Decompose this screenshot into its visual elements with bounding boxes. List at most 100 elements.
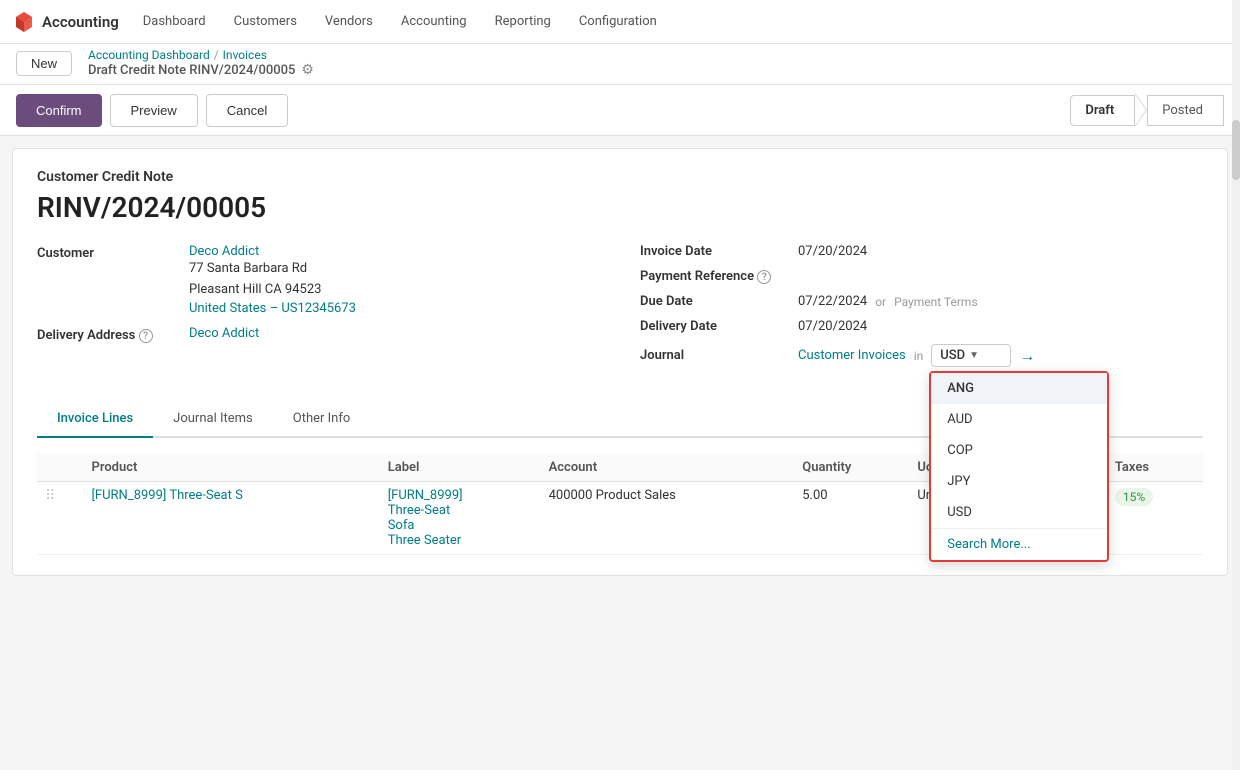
- tab-invoice-lines[interactable]: Invoice Lines: [37, 401, 153, 438]
- invoice-date-row: Invoice Date 07/20/2024: [640, 244, 1203, 259]
- delivery-date-label: Delivery Date: [640, 319, 790, 334]
- row-quantity[interactable]: 5.00: [794, 482, 909, 555]
- breadcrumb-bar: New Accounting Dashboard / Invoices Draf…: [0, 44, 1240, 85]
- form-grid: Customer Deco Addict 77 Santa Barbara Rd…: [37, 244, 1203, 377]
- customer-city: Pleasant Hill CA 94523: [189, 280, 356, 301]
- left-fields: Customer Deco Addict 77 Santa Barbara Rd…: [37, 244, 600, 377]
- tax-badge[interactable]: 15%: [1115, 488, 1153, 506]
- row-account[interactable]: 400000 Product Sales: [541, 482, 795, 555]
- new-button[interactable]: New: [16, 51, 72, 76]
- nav-customers[interactable]: Customers: [222, 8, 309, 35]
- delivery-date-value[interactable]: 07/20/2024: [798, 319, 867, 334]
- main-content: Customer Credit Note RINV/2024/00005 Cus…: [12, 148, 1228, 576]
- currency-dropdown-wrapper: USD ▼ ANG AUD COP JPY USD Search More...: [931, 344, 1011, 367]
- label-line3: Sofa: [388, 518, 533, 533]
- payment-terms-label[interactable]: Payment Terms: [894, 295, 978, 309]
- label-line2: Three-Seat: [388, 503, 533, 518]
- delivery-tooltip-icon[interactable]: ?: [139, 329, 153, 343]
- nav-vendors[interactable]: Vendors: [313, 8, 385, 35]
- currency-option-aud[interactable]: AUD: [931, 404, 1107, 435]
- logo-icon: [12, 10, 36, 34]
- document-number: RINV/2024/00005: [37, 191, 1203, 224]
- status-arrow-1: [1135, 93, 1147, 127]
- product-link[interactable]: [FURN_8999] Three-Seat S: [91, 488, 242, 503]
- delivery-date-row: Delivery Date 07/20/2024: [640, 319, 1203, 334]
- currency-option-usd[interactable]: USD: [931, 497, 1107, 528]
- delivery-address-value: Deco Addict: [189, 326, 259, 341]
- breadcrumb-current: Draft Credit Note RINV/2024/00005: [88, 63, 295, 78]
- nav-brand: Accounting: [42, 13, 119, 31]
- journal-row: Journal Customer Invoices in USD ▼ ANG A…: [640, 344, 1203, 367]
- col-label: Label: [380, 454, 541, 482]
- delivery-address-link[interactable]: Deco Addict: [189, 326, 259, 341]
- row-product: [FURN_8999] Three-Seat S: [83, 482, 379, 555]
- breadcrumb-accounting-dashboard[interactable]: Accounting Dashboard: [88, 48, 210, 62]
- right-fields: Invoice Date 07/20/2024 Payment Referenc…: [640, 244, 1203, 377]
- journal-label: Journal: [640, 348, 790, 363]
- action-bar: Confirm Preview Cancel Draft Posted: [0, 85, 1240, 136]
- currency-option-cop[interactable]: COP: [931, 435, 1107, 466]
- journal-link[interactable]: Customer Invoices: [798, 348, 906, 363]
- app-logo[interactable]: Accounting: [12, 10, 119, 34]
- due-or-text: or: [875, 295, 886, 309]
- nav-dashboard[interactable]: Dashboard: [131, 8, 218, 35]
- currency-nav-arrow[interactable]: →: [1019, 346, 1035, 366]
- customer-value: Deco Addict 77 Santa Barbara Rd Pleasant…: [189, 244, 356, 316]
- scrollbar-thumb[interactable]: [1232, 120, 1240, 180]
- customer-field-row: Customer Deco Addict 77 Santa Barbara Rd…: [37, 244, 600, 316]
- col-taxes: Taxes: [1107, 454, 1203, 482]
- breadcrumb-sep1: /: [214, 48, 219, 62]
- payment-ref-row: Payment Reference ?: [640, 269, 1203, 284]
- action-buttons: Confirm Preview Cancel: [16, 94, 288, 127]
- col-quantity: Quantity: [794, 454, 909, 482]
- nav-accounting[interactable]: Accounting: [389, 8, 479, 35]
- payment-ref-tooltip-icon[interactable]: ?: [757, 270, 771, 284]
- confirm-button[interactable]: Confirm: [16, 94, 102, 127]
- journal-value-row: Customer Invoices in USD ▼ ANG AUD COP J…: [798, 344, 1035, 367]
- customer-label: Customer: [37, 244, 177, 261]
- drag-icon: ⠿: [45, 488, 55, 504]
- col-product: Product: [83, 454, 379, 482]
- status-pipeline: Draft Posted: [1070, 93, 1224, 127]
- nav-configuration[interactable]: Configuration: [567, 8, 669, 35]
- customer-address: 77 Santa Barbara Rd: [189, 259, 356, 280]
- journal-in-text: in: [914, 349, 924, 363]
- currency-select[interactable]: USD ▼: [931, 344, 1011, 367]
- due-date-value[interactable]: 07/22/2024: [798, 294, 867, 309]
- currency-option-ang[interactable]: ANG: [931, 373, 1107, 404]
- delivery-label: Delivery Address ?: [37, 326, 177, 343]
- scrollbar[interactable]: [1232, 0, 1240, 770]
- currency-option-jpy[interactable]: JPY: [931, 466, 1107, 497]
- customer-country[interactable]: United States – US12345673: [189, 301, 356, 316]
- settings-icon[interactable]: ⚙: [301, 62, 314, 78]
- status-draft[interactable]: Draft: [1070, 95, 1135, 126]
- customer-name[interactable]: Deco Addict: [189, 244, 356, 259]
- row-label: [FURN_8999] Three-Seat Sofa Three Seater: [380, 482, 541, 555]
- top-nav: Accounting Dashboard Customers Vendors A…: [0, 0, 1240, 44]
- tab-journal-items[interactable]: Journal Items: [153, 401, 273, 438]
- invoice-date-label: Invoice Date: [640, 244, 790, 259]
- currency-dropdown: ANG AUD COP JPY USD Search More...: [929, 371, 1109, 562]
- row-taxes: 15%: [1107, 482, 1203, 555]
- due-date-row: Due Date 07/22/2024 or Payment Terms: [640, 294, 1203, 309]
- col-account: Account: [541, 454, 795, 482]
- due-date-label: Due Date: [640, 294, 790, 309]
- col-drag: [37, 454, 83, 482]
- tab-other-info[interactable]: Other Info: [273, 401, 371, 438]
- preview-button[interactable]: Preview: [110, 94, 198, 127]
- delivery-address-row: Delivery Address ? Deco Addict: [37, 326, 600, 343]
- payment-ref-label: Payment Reference ?: [640, 269, 790, 284]
- currency-search-more[interactable]: Search More...: [931, 528, 1107, 560]
- row-drag-handle[interactable]: ⠿: [37, 482, 83, 555]
- cancel-button[interactable]: Cancel: [206, 94, 288, 127]
- currency-value: USD: [940, 348, 965, 363]
- label-line4: Three Seater: [388, 533, 533, 548]
- currency-dropdown-arrow: ▼: [969, 350, 979, 361]
- status-posted[interactable]: Posted: [1147, 95, 1224, 126]
- invoice-date-value[interactable]: 07/20/2024: [798, 244, 867, 259]
- breadcrumb: Accounting Dashboard / Invoices Draft Cr…: [88, 48, 314, 78]
- nav-reporting[interactable]: Reporting: [483, 8, 563, 35]
- label-line1: [FURN_8999]: [388, 488, 533, 503]
- breadcrumb-invoices[interactable]: Invoices: [223, 48, 267, 62]
- document-type: Customer Credit Note: [37, 169, 1203, 185]
